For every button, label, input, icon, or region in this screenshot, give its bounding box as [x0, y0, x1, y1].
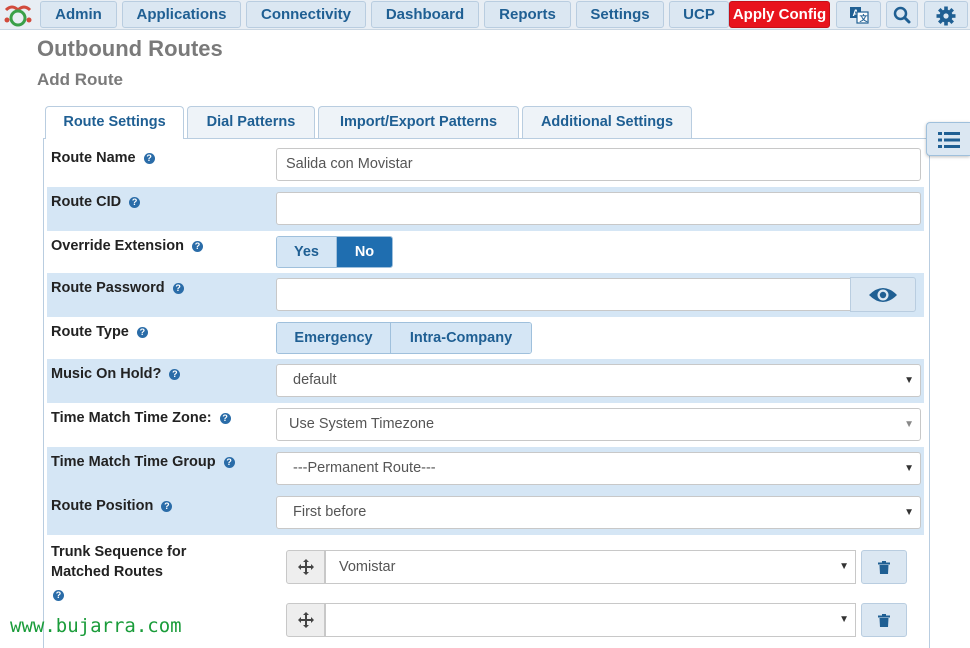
tab-dial-patterns[interactable]: Dial Patterns	[187, 106, 315, 138]
time-group-label: Time Match Time Group?	[51, 454, 235, 470]
override-yes-option[interactable]: Yes	[277, 237, 336, 267]
trash-icon	[878, 561, 890, 574]
route-cid-row: Route CID?	[47, 187, 924, 231]
route-cid-input[interactable]	[276, 192, 921, 225]
trunk-select[interactable]: Vomistar ▼	[325, 550, 856, 584]
help-icon[interactable]: ?	[169, 369, 181, 380]
time-zone-row: Time Match Time Zone:? Use System Timezo…	[47, 403, 924, 447]
top-navbar: Admin Applications Connectivity Dashboar…	[0, 0, 970, 30]
chevron-down-icon: ▼	[904, 463, 914, 474]
override-no-option[interactable]: No	[336, 237, 392, 267]
trash-icon	[878, 614, 890, 627]
route-position-label: Route Position?	[51, 498, 173, 514]
route-password-row: Route Password?	[47, 273, 924, 317]
nav-admin[interactable]: Admin	[40, 1, 117, 28]
help-icon[interactable]: ?	[191, 241, 203, 252]
help-icon[interactable]: ?	[143, 153, 155, 164]
nav-ucp[interactable]: UCP	[669, 1, 729, 28]
override-extension-label: Override Extension?	[51, 238, 203, 254]
route-cid-label: Route CID?	[51, 194, 141, 210]
tab-additional-settings[interactable]: Additional Settings	[522, 106, 692, 138]
watermark: www.bujarra.com	[10, 615, 182, 637]
route-type-toggle: Emergency Intra-Company	[276, 322, 532, 354]
nav-connectivity[interactable]: Connectivity	[246, 1, 366, 28]
gear-icon	[936, 6, 956, 26]
translate-icon: A 文	[849, 7, 869, 24]
route-type-intra-company[interactable]: Intra-Company	[390, 323, 531, 353]
eye-icon	[869, 288, 897, 302]
route-type-label: Route Type?	[51, 324, 148, 340]
tab-import-export-patterns[interactable]: Import/Export Patterns	[318, 106, 519, 138]
music-on-hold-label: Music On Hold??	[51, 366, 181, 382]
help-icon[interactable]: ?	[172, 283, 184, 294]
move-icon	[298, 559, 314, 575]
music-on-hold-row: Music On Hold?? default ▼	[47, 359, 924, 403]
help-icon[interactable]: ?	[161, 501, 173, 512]
trunk-row: Vomistar ▼	[286, 550, 907, 584]
move-icon	[298, 612, 314, 628]
trunk-row: ▼	[286, 603, 907, 637]
help-icon[interactable]: ?	[223, 457, 235, 468]
route-type-row: Route Type? Emergency Intra-Company	[47, 317, 924, 359]
route-position-select[interactable]: First before ▼	[276, 496, 921, 529]
route-name-input[interactable]: Salida con Movistar	[276, 148, 921, 181]
chevron-down-icon: ▼	[839, 614, 849, 625]
drag-handle[interactable]	[286, 603, 325, 637]
route-position-row: Route Position? First before ▼	[47, 491, 924, 535]
svg-text:文: 文	[859, 13, 868, 23]
sidebar-toggle-button[interactable]	[926, 122, 970, 156]
tab-route-settings[interactable]: Route Settings	[45, 106, 184, 139]
override-extension-row: Override Extension? Yes No	[47, 231, 924, 273]
delete-trunk-button[interactable]	[861, 550, 907, 584]
route-password-input[interactable]	[276, 278, 851, 311]
chevron-down-icon: ▼	[839, 561, 849, 572]
route-name-row: Route Name? Salida con Movistar	[47, 143, 924, 186]
drag-handle[interactable]	[286, 550, 325, 584]
time-zone-label: Time Match Time Zone:?	[51, 410, 231, 426]
chevron-down-icon: ▼	[904, 419, 914, 430]
chevron-down-icon: ▼	[904, 375, 914, 386]
help-icon[interactable]: ?	[53, 590, 64, 601]
route-type-emergency[interactable]: Emergency	[277, 323, 390, 353]
list-icon	[938, 132, 960, 148]
nav-dashboard[interactable]: Dashboard	[371, 1, 479, 28]
trunk-select[interactable]: ▼	[325, 603, 856, 637]
page-title: Outbound Routes	[37, 36, 223, 61]
freepbx-logo[interactable]	[2, 2, 34, 28]
language-button[interactable]: A 文	[836, 1, 881, 28]
nav-settings[interactable]: Settings	[576, 1, 664, 28]
trunk-sequence-label: Trunk Sequence for Matched Routes	[51, 544, 187, 580]
chevron-down-icon: ▼	[904, 507, 914, 518]
help-icon[interactable]: ?	[129, 197, 141, 208]
search-icon	[893, 6, 911, 24]
override-extension-toggle: Yes No	[276, 236, 393, 268]
apply-config-button[interactable]: Apply Config	[729, 1, 830, 28]
music-on-hold-select[interactable]: default ▼	[276, 364, 921, 397]
time-zone-select[interactable]: Use System Timezone ▼	[276, 408, 921, 441]
route-password-label: Route Password?	[51, 280, 184, 296]
time-group-row: Time Match Time Group? ---Permanent Rout…	[47, 447, 924, 491]
nav-reports[interactable]: Reports	[484, 1, 571, 28]
delete-trunk-button[interactable]	[861, 603, 907, 637]
search-button[interactable]	[886, 1, 918, 28]
help-icon[interactable]: ?	[219, 413, 231, 424]
time-group-select[interactable]: ---Permanent Route--- ▼	[276, 452, 921, 485]
show-password-button[interactable]	[850, 277, 916, 312]
route-name-label: Route Name?	[51, 150, 155, 166]
nav-applications[interactable]: Applications	[122, 1, 241, 28]
help-icon[interactable]: ?	[136, 327, 148, 338]
page-subtitle: Add Route	[37, 70, 123, 89]
settings-button[interactable]	[924, 1, 968, 28]
